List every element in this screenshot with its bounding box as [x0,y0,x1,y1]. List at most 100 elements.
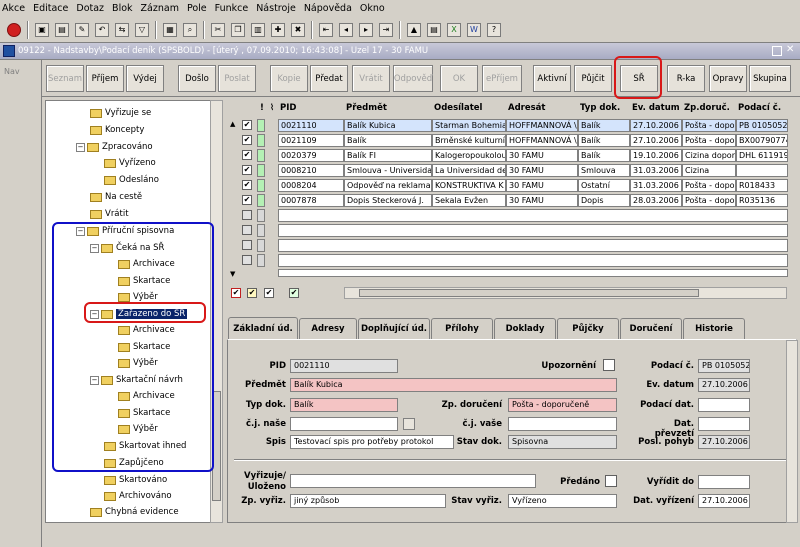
cell-evdatum[interactable]: 31.03.2006 [630,164,682,177]
chart-icon[interactable]: ▲ [407,22,421,37]
copy-icon[interactable]: ❐ [231,22,245,37]
row-checkbox[interactable] [242,240,252,250]
doslo-button[interactable]: Došlo [178,65,216,92]
evdatum-field[interactable]: 27.10.2006 [698,378,750,392]
cjvase-field[interactable] [508,417,617,431]
swap-icon[interactable]: ⇆ [115,22,129,37]
save-icon[interactable]: ▣ [35,22,49,37]
cell-predmet[interactable]: Balík [344,134,432,147]
cell-zpdoruc[interactable]: Pošta - doporu [682,119,736,132]
delete-icon[interactable]: ✖ [291,22,305,37]
menu-pole[interactable]: Pole [187,3,207,14]
stavvyriz-field[interactable]: Vyřízeno [508,494,617,508]
col-header-adresat[interactable]: Adresát [506,100,545,116]
vyrizuje-field[interactable] [290,474,536,488]
datvyrizeni-field[interactable]: 27.10.2006 [698,494,750,508]
cell-adresat[interactable]: HOFFMANNOVÁ \ [506,119,578,132]
poslat-button[interactable]: Poslat [218,65,256,92]
row-checkbox[interactable]: ✔ [242,135,252,145]
cell-podaci[interactable]: R018433 [736,179,788,192]
cjnase-field[interactable] [290,417,398,431]
cell-podaci[interactable]: PB 01050523 [736,119,788,132]
cell-evdatum[interactable]: 19.10.2006 [630,149,682,162]
cell-typdok[interactable]: Balík [578,149,630,162]
tree-node[interactable]: Vrátit [90,207,129,221]
cell-pid[interactable]: 0007878 [278,194,344,207]
menu-napoveda[interactable]: Nápověda [304,3,352,14]
stavdok-field[interactable]: Spisovna [508,435,617,449]
help-icon[interactable]: ? [487,22,501,37]
cell-pid[interactable]: 0021110 [278,119,344,132]
cell-adresat[interactable]: 30 FAMU [506,149,578,162]
row-scroll-up[interactable]: ▲ [230,120,239,129]
poslpohyb-field[interactable]: 27.10.2006 [698,435,750,449]
insert-icon[interactable]: ✚ [271,22,285,37]
cell-odesilatel[interactable]: Starman Bohemia [432,119,506,132]
row-checkbox[interactable]: ✔ [242,120,252,130]
form-scrollbar[interactable] [786,340,798,523]
row-checkbox[interactable] [242,255,252,265]
empty-cell[interactable] [278,254,788,267]
typdok-field[interactable]: Balík [290,398,398,412]
tab-adresy[interactable]: Adresy [299,318,357,339]
podacidat-field[interactable] [698,398,750,412]
calendar-icon[interactable]: ▦ [163,22,177,37]
tree-node[interactable]: − Zpracováno [76,140,153,154]
cell-odesilatel[interactable]: Brněnské kulturní c [432,134,506,147]
prev-record-icon[interactable]: ◂ [339,22,353,37]
cell-odesilatel[interactable]: KONSTRUKTIVA K [432,179,506,192]
cell-podaci[interactable]: R035136 [736,194,788,207]
paste-icon[interactable]: ▥ [251,22,265,37]
last-record-icon[interactable]: ⇥ [379,22,393,37]
predat-button[interactable]: Předat [310,65,348,92]
eprijem-button[interactable]: ePříjem [482,65,522,92]
odpovez-button[interactable]: Odpověď [393,65,433,92]
tree-node[interactable]: Skartováno [104,473,167,487]
prijem-button[interactable]: Příjem [86,65,124,92]
nav-label[interactable]: Nav [4,67,20,76]
word-icon[interactable]: W [467,22,481,37]
col-header-zpdoruc[interactable]: Zp.doruč. [682,100,730,116]
kopie-button[interactable]: Kopie [270,65,308,92]
col-header-predmet[interactable]: Předmět [344,100,387,116]
seznam-button[interactable]: Seznam [46,65,84,92]
tree-node[interactable]: Na cestě [90,190,142,204]
datprevz-field[interactable] [698,417,750,431]
col-header-typdok[interactable]: Typ dok. [578,100,620,116]
zpvyriz-field[interactable]: jiný způsob [290,494,446,508]
cell-typdok[interactable]: Dopis [578,194,630,207]
menu-okno[interactable]: Okno [360,3,385,14]
filter-checkbox-red[interactable]: ✔ [231,288,241,298]
empty-cell[interactable] [278,239,788,252]
col-header-evdatum[interactable]: Ev. datum [630,100,680,116]
cell-pid[interactable]: 0008204 [278,179,344,192]
cell-typdok[interactable]: Ostatní [578,179,630,192]
cell-zpdoruc[interactable]: Pošta - doporu [682,194,736,207]
restore-icon[interactable] [772,46,782,56]
vydej-button[interactable]: Výdej [126,65,164,92]
rka-button[interactable]: R-ka [667,65,705,92]
cell-typdok[interactable]: Smlouva [578,164,630,177]
podaci-field[interactable]: PB 01050523 [698,359,750,373]
cell-adresat[interactable]: 30 FAMU [506,164,578,177]
menu-blok[interactable]: Blok [112,3,132,14]
menu-editace[interactable]: Editace [33,3,68,14]
cell-podaci[interactable] [736,164,788,177]
cell-adresat[interactable]: 30 FAMU [506,194,578,207]
row-checkbox[interactable]: ✔ [242,195,252,205]
cell-evdatum[interactable]: 27.10.2006 [630,134,682,147]
row-checkbox[interactable] [242,210,252,220]
filter-checkbox-yellow[interactable]: ✔ [247,288,257,298]
cell-evdatum[interactable]: 31.03.2006 [630,179,682,192]
zpdoruc-field[interactable]: Pošta - doporučeně [508,398,617,412]
predmet-field[interactable]: Balík Kubica [290,378,617,392]
cell-zpdoruc[interactable]: Pošta - doporu [682,179,736,192]
tree-node[interactable]: Odesláno [104,173,159,187]
tree-node[interactable]: Chybná evidence [90,505,179,519]
opravy-button[interactable]: Opravy [709,65,747,92]
row-checkbox[interactable] [242,225,252,235]
tree-node[interactable]: Koncepty [90,123,144,137]
lookup-icon[interactable] [403,418,415,430]
cell-zpdoruc[interactable]: Cizina [682,164,736,177]
tree-node[interactable]: Vyřizuje se [90,106,151,120]
